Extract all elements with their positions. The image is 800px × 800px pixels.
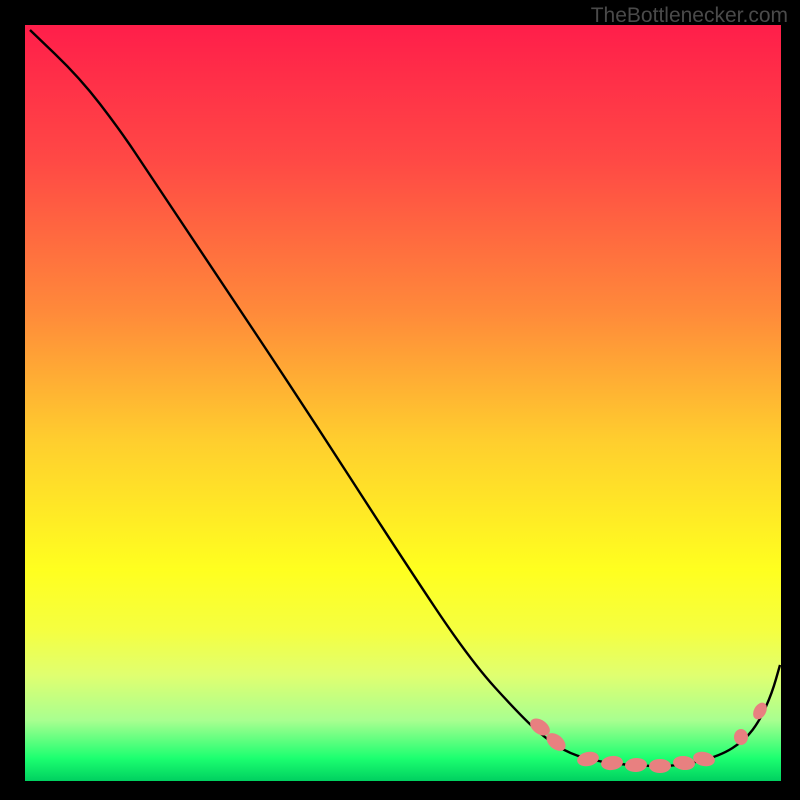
watermark-text: TheBottlenecker.com — [591, 4, 788, 28]
chart-container: TheBottlenecker.com — [0, 0, 800, 800]
curve-marker — [734, 729, 748, 745]
curve-marker — [649, 759, 671, 773]
gradient-background — [25, 25, 781, 781]
chart-svg — [0, 0, 800, 800]
